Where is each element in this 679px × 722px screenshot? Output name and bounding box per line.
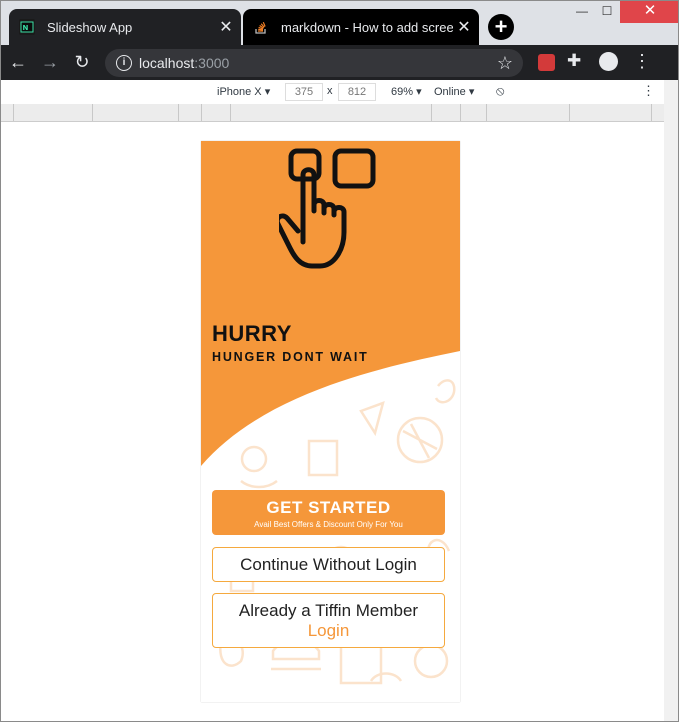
- svg-text:N: N: [23, 24, 29, 32]
- tab-title: markdown - How to add screens: [281, 19, 453, 35]
- tab-slideshow-app[interactable]: N Slideshow App ✕: [9, 9, 241, 45]
- tab-title: Slideshow App: [47, 19, 133, 35]
- reload-icon[interactable]: ↻: [71, 51, 93, 73]
- bookmark-star-icon[interactable]: ☆: [497, 49, 513, 77]
- rotate-icon[interactable]: ⦸: [496, 83, 504, 99]
- page-scrollbar[interactable]: [664, 80, 678, 721]
- viewport-width-input[interactable]: 375: [285, 83, 323, 101]
- get-started-sublabel: Avail Best Offers & Discount Only For Yo…: [254, 520, 403, 529]
- browser-window: N Slideshow App ✕ markdown - How to add …: [0, 0, 679, 722]
- forward-arrow-icon[interactable]: →: [39, 51, 61, 73]
- browser-menu-icon[interactable]: ⋮: [633, 51, 651, 72]
- tab-strip: N Slideshow App ✕ markdown - How to add …: [1, 1, 678, 45]
- viewport-height-input[interactable]: 812: [338, 83, 376, 101]
- get-started-label: GET STARTED: [266, 498, 391, 517]
- close-tab-icon[interactable]: ✕: [215, 17, 237, 37]
- member-label: Already a Tiffin Member: [238, 601, 419, 620]
- nextjs-favicon-icon: N: [19, 19, 35, 35]
- headline-text: HURRY: [212, 321, 292, 346]
- address-port: :3000: [194, 55, 230, 71]
- dimension-times: x: [327, 85, 333, 97]
- login-link[interactable]: Login: [213, 621, 444, 641]
- get-started-button[interactable]: GET STARTED Avail Best Offers & Discount…: [212, 490, 445, 535]
- close-tab-icon[interactable]: ✕: [453, 17, 475, 37]
- zoom-select[interactable]: 69% ▾: [391, 85, 422, 98]
- tap-hand-icon: [279, 148, 376, 269]
- continue-without-login-button[interactable]: Continue Without Login: [212, 547, 445, 582]
- device-toolbar-menu-icon[interactable]: ⋮: [642, 83, 655, 99]
- extensions-puzzle-icon[interactable]: ✚: [567, 51, 581, 71]
- member-login-button[interactable]: Already a Tiffin Member Login: [212, 593, 445, 648]
- phone-screen: HURRY HUNGER DONT WAIT GET STARTED Avail…: [201, 141, 460, 702]
- network-throttle-select[interactable]: Online ▾: [434, 85, 474, 98]
- tab-stackoverflow[interactable]: markdown - How to add screens ✕: [243, 9, 479, 45]
- site-info-icon[interactable]: i: [116, 55, 132, 71]
- device-select[interactable]: iPhone X ▾: [217, 85, 270, 98]
- subheadline-text: HUNGER DONT WAIT: [212, 350, 369, 364]
- address-bar[interactable]: i localhost:3000 ☆: [105, 49, 523, 77]
- address-host: localhost: [139, 55, 195, 71]
- device-toolbar: iPhone X ▾ 375 x 812 69% ▾ Online ▾ ⦸ ⋮: [1, 80, 664, 105]
- media-query-ruler: [1, 104, 664, 122]
- browser-toolbar: ← → ↻ i localhost:3000 ☆ ✚ ⋮: [1, 45, 678, 80]
- profile-avatar-icon[interactable]: [599, 52, 618, 71]
- stackoverflow-favicon-icon: [255, 21, 266, 34]
- close-window-button[interactable]: ✕: [620, 1, 678, 23]
- back-arrow-icon[interactable]: ←: [7, 51, 29, 73]
- new-tab-button[interactable]: +: [488, 14, 514, 40]
- extension-icon[interactable]: [538, 54, 555, 71]
